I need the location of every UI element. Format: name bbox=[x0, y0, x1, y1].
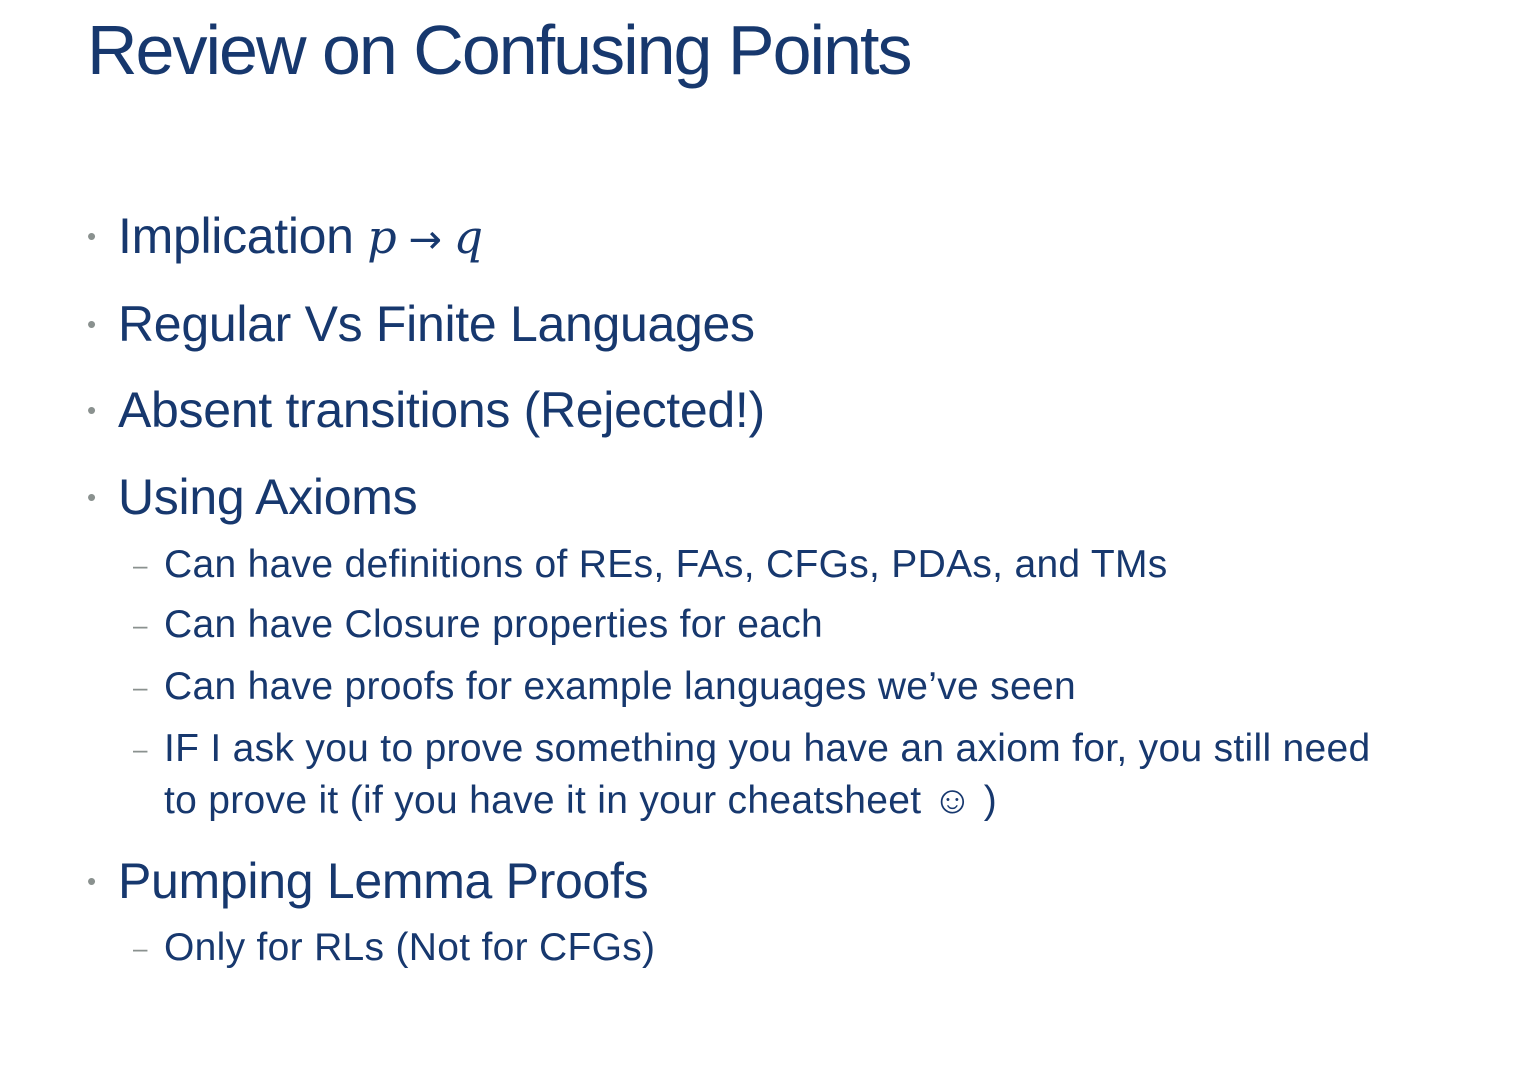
subitem-text: Can have Closure properties for each bbox=[164, 603, 823, 646]
subitem-text: Only for RLs (Not for CFGs) bbox=[164, 926, 656, 969]
slide: Review on Confusing Points • Implication… bbox=[0, 0, 1530, 1072]
dash-marker: – bbox=[133, 933, 148, 963]
bullet-dot: • bbox=[87, 866, 97, 896]
bullet-label: Implication bbox=[118, 208, 368, 264]
bullet-text: Absent transitions (Rejected!) bbox=[118, 382, 765, 438]
dash-marker: – bbox=[133, 610, 148, 640]
bullet-dot: • bbox=[87, 482, 97, 512]
subitem-text: IF I ask you to prove something you have… bbox=[164, 727, 1371, 822]
bullet-text: Pumping Lemma Proofs bbox=[118, 853, 649, 909]
bullet-dot: • bbox=[87, 395, 97, 425]
bullet-dot: • bbox=[87, 221, 97, 251]
dash-marker: – bbox=[133, 734, 148, 764]
bullet-text: Using Axioms bbox=[118, 469, 418, 525]
bullet-dot: • bbox=[87, 309, 97, 339]
math-p: p bbox=[367, 210, 397, 264]
dash-marker: – bbox=[133, 672, 148, 702]
slide-title: Review on Confusing Points bbox=[87, 11, 912, 89]
subitem-text: Can have definitions of REs, FAs, CFGs, … bbox=[164, 543, 1168, 586]
bullet-text: Regular Vs Finite Languages bbox=[118, 296, 755, 352]
bullet-text: Implication p → q bbox=[118, 206, 483, 270]
subitem-text: Can have proofs for example languages we… bbox=[164, 665, 1076, 708]
math-q: q bbox=[453, 210, 483, 264]
dash-marker: – bbox=[133, 550, 148, 580]
implication-arrow-icon: → bbox=[408, 217, 442, 263]
